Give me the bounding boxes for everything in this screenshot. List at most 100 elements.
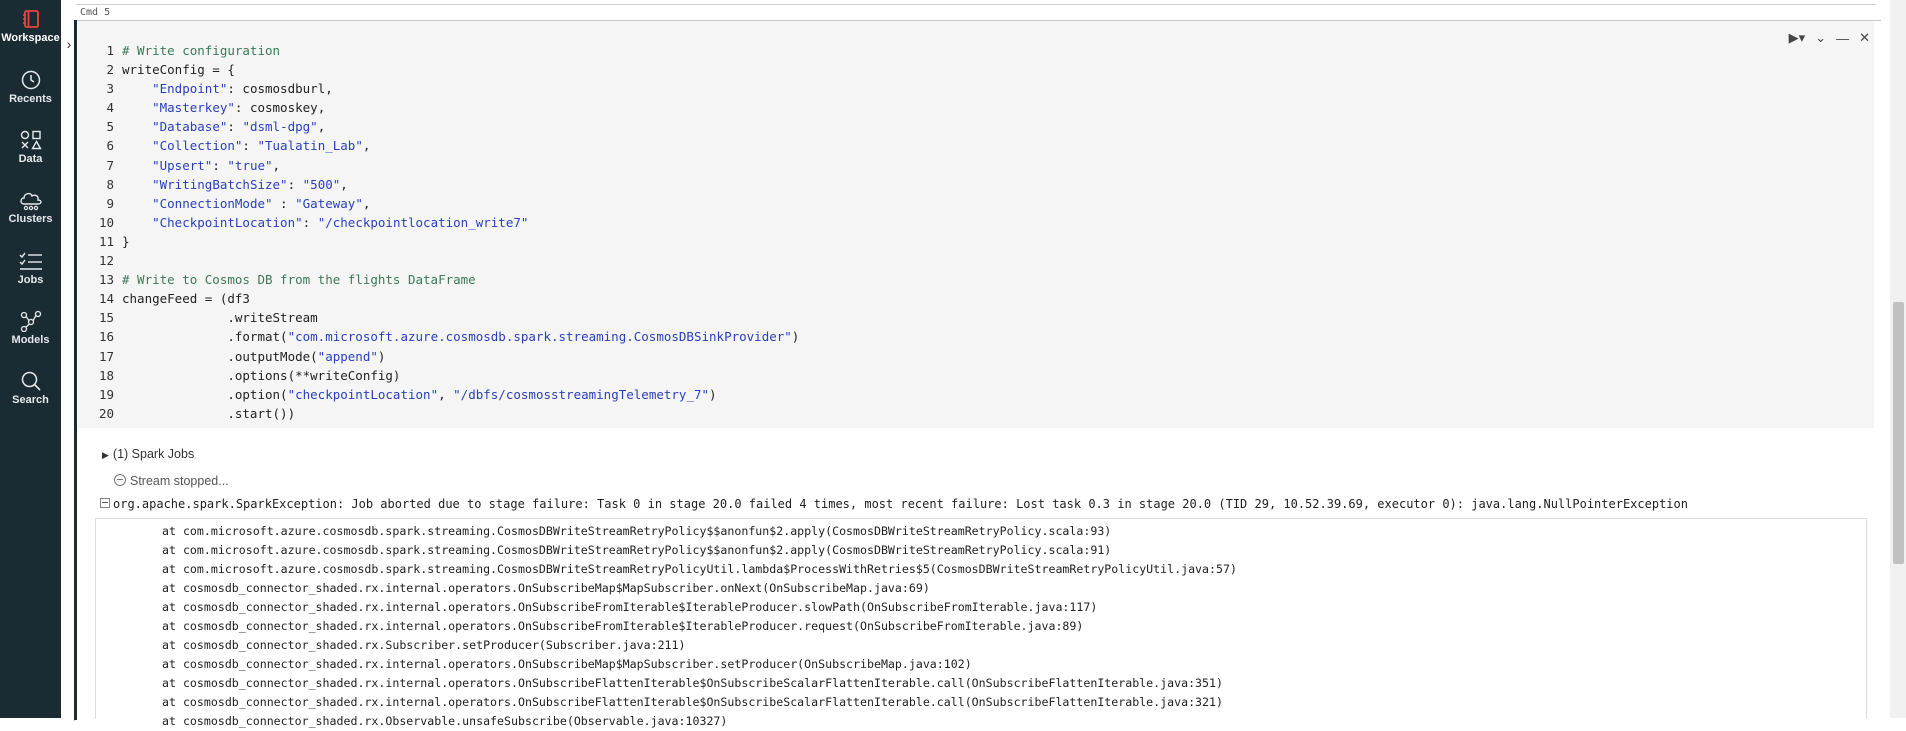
- code-token: "CheckpointLocation": [152, 214, 303, 230]
- line-number: 12: [98, 253, 114, 269]
- code-token: "500": [302, 176, 341, 192]
- sidebar: Workspace Recents Data Clusters Jobs Mod…: [0, 0, 61, 718]
- code-line: 5 "Database": "dsml-dpg",: [92, 117, 799, 136]
- code-token: "append": [317, 348, 378, 364]
- run-cell-icon[interactable]: ▶▾: [1789, 30, 1806, 46]
- stopped-icon: [114, 474, 126, 486]
- scrollbar-thumb[interactable]: [1893, 302, 1904, 564]
- sidebar-item-jobs[interactable]: Jobs: [0, 250, 61, 286]
- sidebar-item-label: Clusters: [8, 213, 53, 225]
- code-line: 9 "ConnectionMode" : "Gateway",: [92, 194, 799, 213]
- code-line: 3 "Endpoint": cosmosdburl,: [92, 79, 799, 98]
- minimize-icon[interactable]: —: [1836, 31, 1849, 46]
- line-number: 7: [106, 157, 114, 173]
- line-number: 14: [98, 291, 114, 307]
- sidebar-item-data[interactable]: Data: [0, 129, 61, 165]
- code-line: 2 writeConfig = {: [92, 60, 799, 79]
- line-number: 3: [106, 81, 114, 97]
- line-number: 17: [98, 348, 114, 364]
- code-token: : cosmosdburl,: [227, 81, 333, 97]
- line-number: 6: [106, 138, 114, 154]
- code-line: 8 "WritingBatchSize": "500",: [92, 175, 799, 194]
- code-token: ,: [362, 195, 371, 211]
- code-token: :: [302, 214, 318, 230]
- line-number: 13: [98, 272, 114, 288]
- code-token: ,: [317, 119, 326, 135]
- collapse-error-icon[interactable]: [100, 498, 110, 508]
- line-number: 5: [106, 119, 114, 135]
- stream-status: Stream stopped...: [114, 474, 229, 488]
- trace-line: at cosmosdb_connector_shaded.rx.internal…: [162, 676, 1223, 690]
- code-line: 7 "Upsert": "true",: [92, 156, 799, 175]
- error-message: org.apache.spark.SparkException: Job abo…: [113, 497, 1688, 511]
- line-number: 19: [98, 386, 114, 402]
- code-token: # Write configuration: [122, 43, 281, 58]
- cell-toolbar: ▶▾ ⌄ — ✕: [1789, 30, 1870, 46]
- code-token: "Upsert": [152, 157, 213, 173]
- sidebar-item-search[interactable]: Search: [0, 370, 61, 406]
- code-line: 11}: [92, 232, 799, 251]
- code-token: "/dbfs/cosmosstreamingTelemetry_7": [453, 386, 710, 402]
- code-line: 6 "Collection": "Tualatin_Lab",: [92, 136, 799, 155]
- spark-jobs-toggle[interactable]: ▶ (1) Spark Jobs: [102, 447, 194, 461]
- code-token: "checkpointLocation": [287, 386, 439, 402]
- code-token: "Gateway": [295, 195, 363, 211]
- cloud-icon: [19, 192, 42, 211]
- chevron-right-icon: ›: [66, 36, 72, 52]
- chevron-down-icon[interactable]: ⌄: [1815, 30, 1826, 46]
- code-token: "ConnectionMode": [152, 195, 273, 211]
- checklist-icon: [19, 252, 42, 270]
- spark-jobs-label: (1) Spark Jobs: [112, 447, 195, 461]
- code-line: 16 .format("com.microsoft.azure.cosmosdb…: [92, 327, 799, 346]
- code-token: "Database": [152, 119, 228, 135]
- code-line: 12: [92, 251, 799, 270]
- code-line: 4 "Masterkey": cosmoskey,: [92, 98, 799, 117]
- line-number: 2: [106, 62, 114, 78]
- code-token: .option(: [122, 386, 288, 402]
- stream-status-label: Stream stopped...: [130, 474, 229, 488]
- sidebar-item-workspace[interactable]: Workspace: [0, 8, 61, 44]
- code-token: "WritingBatchSize": [152, 176, 288, 192]
- line-number: 10: [98, 214, 114, 230]
- line-number: 1: [106, 43, 114, 58]
- search-icon: [21, 371, 41, 391]
- stack-trace: at com.microsoft.azure.cosmosdb.spark.st…: [162, 522, 1237, 731]
- close-icon[interactable]: ✕: [1859, 30, 1870, 46]
- code-token: ): [791, 329, 800, 345]
- trace-line: at cosmosdb_connector_shaded.rx.internal…: [162, 581, 930, 595]
- sidebar-item-models[interactable]: Models: [0, 310, 61, 346]
- code-token: changeFeed = (df3: [122, 291, 250, 307]
- trace-line: at com.microsoft.azure.cosmosdb.spark.st…: [162, 543, 1112, 557]
- sidebar-item-clusters[interactable]: Clusters: [0, 189, 61, 225]
- code-token: :: [272, 195, 296, 211]
- code-token: ): [709, 386, 717, 402]
- code-token: "Endpoint": [152, 81, 228, 97]
- cmd-label: Cmd 5: [80, 7, 111, 18]
- sidebar-item-label: Search: [12, 394, 49, 406]
- sidebar-item-label: Workspace: [1, 32, 60, 44]
- line-number: 16: [98, 329, 114, 345]
- code-token: :: [242, 138, 258, 154]
- code-token: "Tualatin_Lab": [257, 138, 363, 154]
- trace-line: at cosmosdb_connector_shaded.rx.internal…: [162, 600, 1098, 614]
- code-token: writeConfig = {: [122, 62, 235, 78]
- code-line: 18 .options(**writeConfig): [92, 366, 799, 385]
- code-token: }: [122, 233, 130, 249]
- code-token: .writeStream: [122, 310, 318, 326]
- line-number: 4: [106, 100, 114, 116]
- clock-icon: [21, 70, 40, 90]
- models-icon: [20, 310, 41, 332]
- code-token: ,: [272, 157, 281, 173]
- sidebar-item-recents[interactable]: Recents: [0, 69, 61, 105]
- shapes-icon: [20, 130, 42, 150]
- code-token: "com.microsoft.azure.cosmosdb.spark.stre…: [287, 329, 792, 345]
- trace-line: at com.microsoft.azure.cosmosdb.spark.st…: [162, 524, 1112, 538]
- code-token: ,: [340, 176, 348, 192]
- line-number: 15: [98, 310, 114, 326]
